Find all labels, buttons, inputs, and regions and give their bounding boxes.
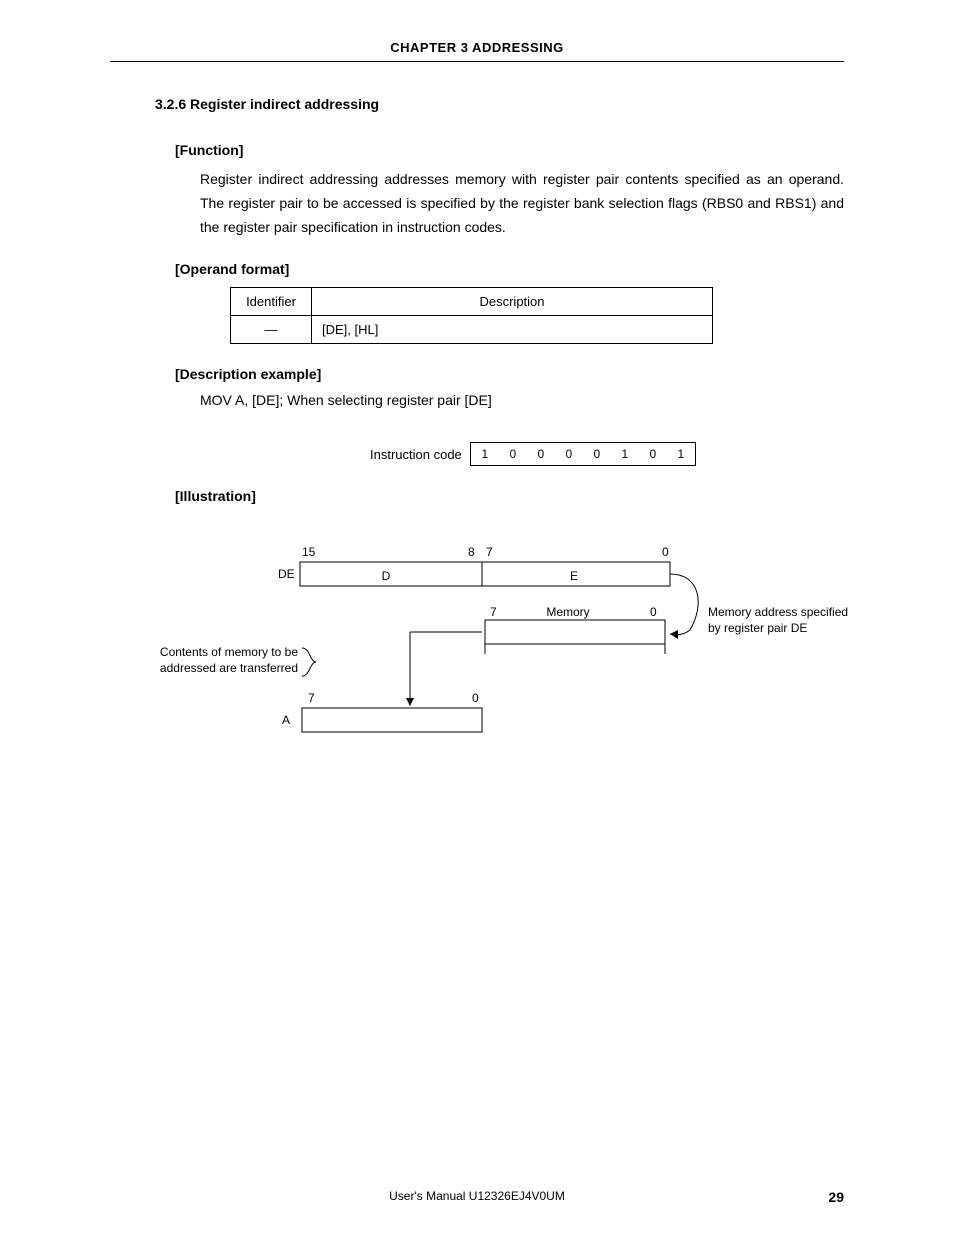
- instruction-code-label: Instruction code: [370, 447, 462, 462]
- footer-center: User's Manual U12326EJ4V0UM: [150, 1189, 804, 1205]
- bit-cell: 0: [639, 443, 667, 465]
- bit-7-a: 7: [308, 691, 315, 705]
- label-a: A: [282, 713, 290, 727]
- description-cell: [DE], [HL]: [312, 316, 713, 344]
- label-de: DE: [278, 567, 295, 581]
- label-e: E: [570, 569, 578, 583]
- operand-format-heading: [Operand format]: [175, 261, 844, 277]
- bit-cell: 1: [667, 443, 695, 465]
- description-example-heading: [Description example]: [175, 366, 844, 382]
- illustration-svg: 15 8 7 0 DE D E 7 Memory 0 Memory addres…: [110, 534, 850, 754]
- note-contents-2: addressed are transferred: [160, 661, 298, 675]
- bit-15: 15: [302, 545, 316, 559]
- note-mem-addr-1: Memory address specified: [708, 605, 848, 619]
- page-footer: User's Manual U12326EJ4V0UM 29: [0, 1189, 954, 1205]
- col-identifier: Identifier: [231, 288, 312, 316]
- bit-7-mem: 7: [490, 605, 497, 619]
- bit-0-a: 0: [472, 691, 479, 705]
- bit-7: 7: [486, 545, 493, 559]
- bit-cell: 1: [471, 443, 499, 465]
- bit-cell: 0: [555, 443, 583, 465]
- table-row: — [DE], [HL]: [231, 316, 713, 344]
- bit-0-mem: 0: [650, 605, 657, 619]
- bit-8: 8: [468, 545, 475, 559]
- instruction-code-row: Instruction code 1 0 0 0 0 1 0 1: [370, 442, 844, 466]
- bit-0: 0: [662, 545, 669, 559]
- identifier-cell: —: [231, 316, 312, 344]
- note-contents-1: Contents of memory to be: [160, 645, 298, 659]
- label-memory: Memory: [546, 605, 589, 619]
- bit-cell: 0: [499, 443, 527, 465]
- function-heading: [Function]: [175, 142, 844, 158]
- page-number: 29: [804, 1189, 844, 1205]
- col-description: Description: [312, 288, 713, 316]
- chapter-header: CHAPTER 3 ADDRESSING: [110, 40, 844, 62]
- illustration: 15 8 7 0 DE D E 7 Memory 0 Memory addres…: [110, 534, 844, 754]
- description-example-text: MOV A, [DE]; When selecting register pai…: [200, 392, 844, 408]
- section-title: 3.2.6 Register indirect addressing: [155, 96, 844, 112]
- bit-cell: 0: [583, 443, 611, 465]
- note-mem-addr-2: by register pair DE: [708, 621, 807, 635]
- operand-table: Identifier Description — [DE], [HL]: [230, 287, 713, 344]
- label-d: D: [382, 569, 391, 583]
- table-row: Identifier Description: [231, 288, 713, 316]
- function-body: Register indirect addressing addresses m…: [200, 168, 844, 239]
- illustration-heading: [Illustration]: [175, 488, 844, 504]
- bit-cell: 1: [611, 443, 639, 465]
- bit-cell: 0: [527, 443, 555, 465]
- instruction-bits: 1 0 0 0 0 1 0 1: [470, 442, 696, 466]
